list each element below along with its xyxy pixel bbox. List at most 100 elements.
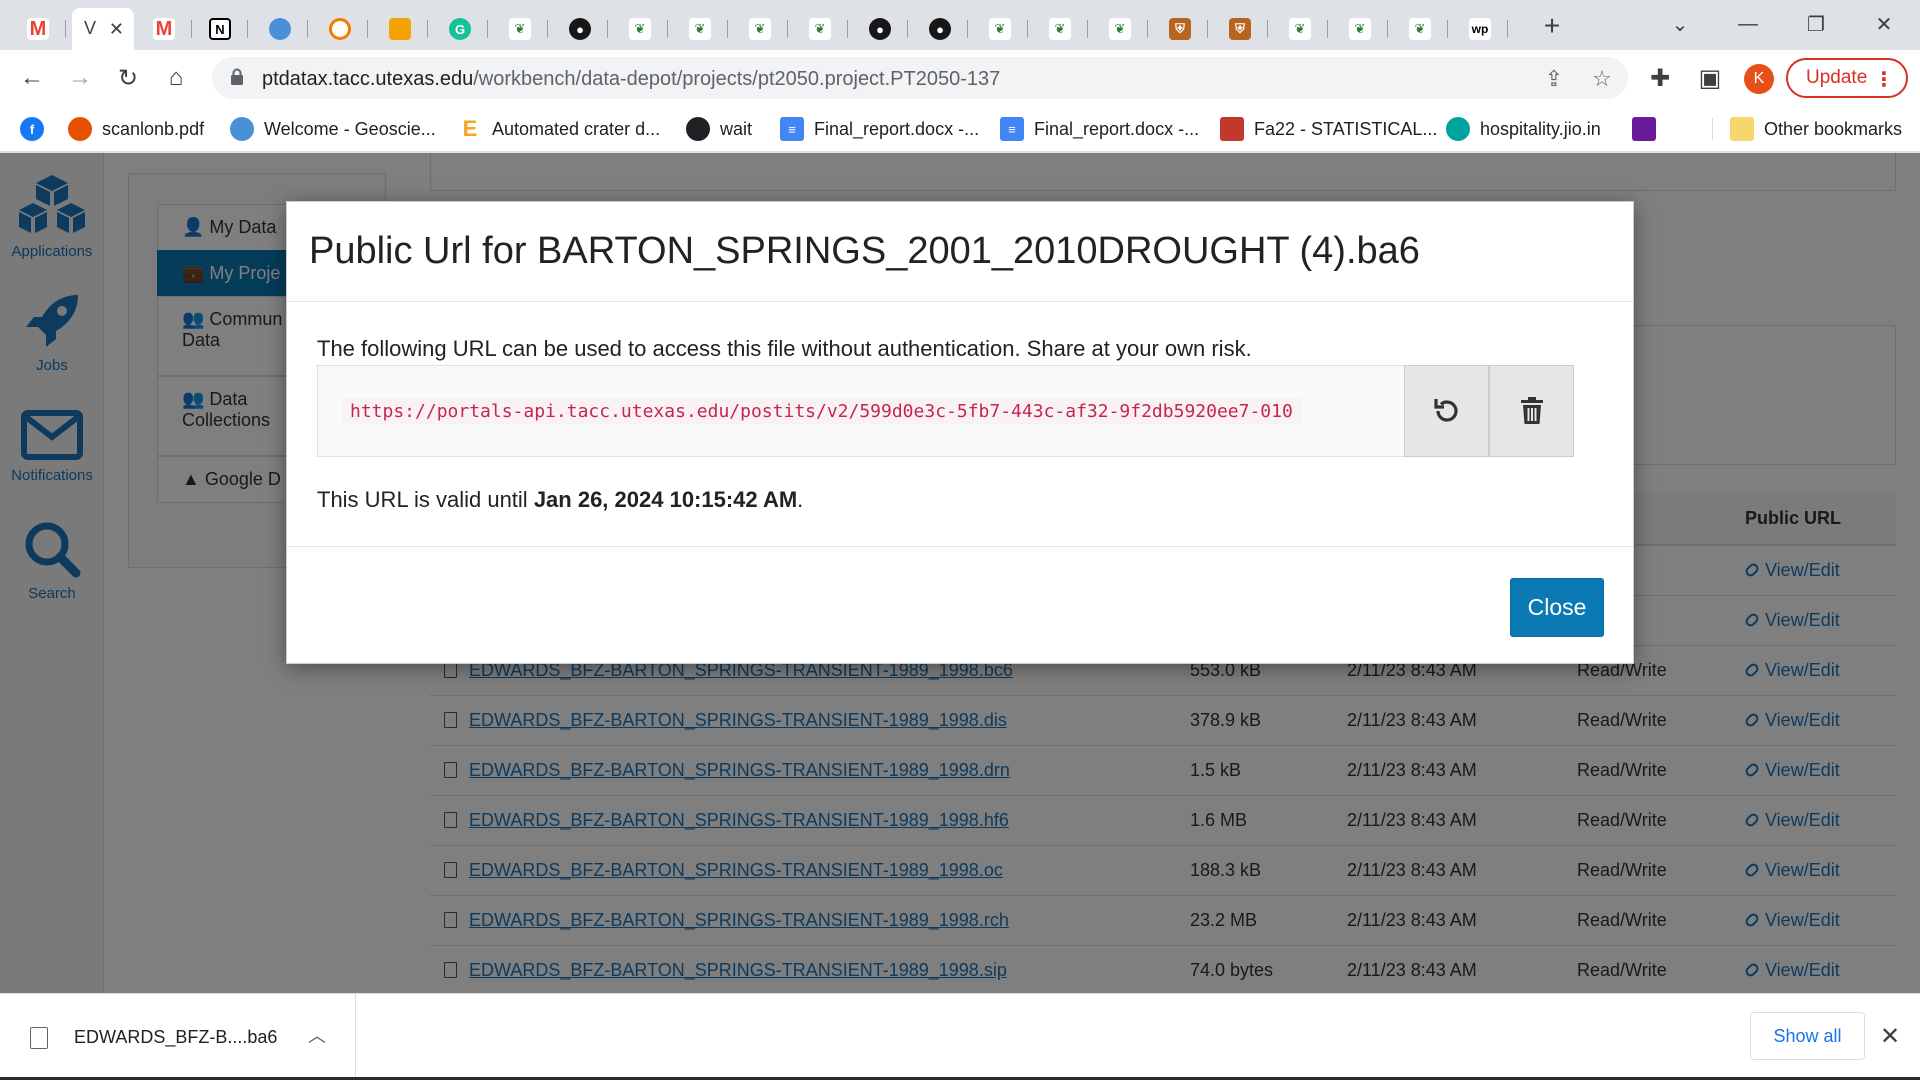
tab-shield-1[interactable]: ⛨ [1152,8,1208,50]
tab-active[interactable]: V ✕ [72,8,134,50]
trash-icon [1520,397,1543,424]
bookmark-scanlonb[interactable]: scanlonb.pdf [68,115,204,143]
close-shelf-icon[interactable]: ✕ [1880,1022,1900,1051]
tab-tacc-8[interactable]: ❦ [1092,8,1148,50]
bookmark-label: Other bookmarks [1764,118,1903,139]
share-icon[interactable]: ⇪ [1540,65,1568,93]
leaf-icon: ❦ [689,18,711,40]
bookmark-final-report-1[interactable]: ≡ Final_report.docx -... [780,115,979,143]
globe-icon [1446,117,1470,141]
tab-tacc-4[interactable]: ❦ [732,8,788,50]
url-expiration-text: This URL is valid until Jan 26, 2024 10:… [317,487,804,512]
file-icon [30,1027,48,1049]
tab-search-icon[interactable]: ⌄ [1660,8,1700,40]
bookmark-chart[interactable] [1632,115,1666,143]
modal-header: Public Url for BARTON_SPRINGS_2001_2010D… [287,202,1633,302]
back-icon[interactable]: ← [14,60,50,96]
tab-tacc-9[interactable]: ❦ [1272,8,1328,50]
tab-tacc-10[interactable]: ❦ [1332,8,1388,50]
cloud-icon [269,18,291,40]
url-expiration-date: Jan 26, 2024 10:15:42 AM [533,487,798,512]
public-url-modal: Public Url for BARTON_SPRINGS_2001_2010D… [286,201,1634,664]
circle-icon [329,18,351,40]
leaf-icon: ❦ [1109,18,1131,40]
public-url-field[interactable]: https://portals-api.tacc.utexas.edu/post… [317,365,1405,457]
tab-notion[interactable]: N [192,8,248,50]
wp-icon: wp [1469,18,1491,40]
bookmark-label: Fa22 - STATISTICAL... [1254,118,1438,139]
bookmark-other[interactable]: Other bookmarks [1730,115,1902,143]
bookmark-facebook[interactable]: f [20,115,54,143]
tab-tacc-11[interactable]: ❦ [1392,8,1448,50]
restore-icon[interactable]: ❐ [1796,8,1836,40]
tab-orange[interactable] [312,8,368,50]
tab-tacc-5[interactable]: ❦ [792,8,848,50]
bookmarks-bar: f scanlonb.pdf Welcome - Geoscie... E Aut… [0,106,1920,152]
show-all-button[interactable]: Show all [1750,1012,1865,1060]
github-icon: ● [869,18,891,40]
bookmark-final-report-2[interactable]: ≡ Final_report.docx -... [1000,115,1199,143]
tab-github-3[interactable]: ● [912,8,968,50]
tab-github-2[interactable]: ● [852,8,908,50]
download-item[interactable]: EDWARDS_BFZ-B....ba6 ︿ [0,994,356,1080]
minimize-icon[interactable]: — [1728,8,1768,40]
leaf-icon: ❦ [1049,18,1071,40]
grammarly-icon: G [449,18,471,40]
bookmark-statistical[interactable]: Fa22 - STATISTICAL... [1220,115,1437,143]
tab-gmail-2[interactable]: M [136,8,192,50]
modal-description: The following URL can be used to access … [317,336,1252,361]
bookmark-welcome[interactable]: Welcome - Geoscie... [230,115,436,143]
leaf-icon: ❦ [629,18,651,40]
tab-active-title: V [84,18,97,38]
browser-toolbar: ← → ↻ ⌂ ptdatax.tacc.utexas.edu/workbenc… [0,50,1920,106]
close-window-icon[interactable]: ✕ [1864,8,1904,40]
tab-github-1[interactable]: ● [552,8,608,50]
tab-tacc-2[interactable]: ❦ [612,8,668,50]
tab-gmail[interactable]: M [10,8,66,50]
reload-icon[interactable]: ↻ [110,60,146,96]
delete-url-button[interactable] [1489,365,1574,457]
bookmark-label: wait [720,118,753,139]
bookmark-hospitality[interactable]: hospitality.jio.in [1446,115,1601,143]
chevron-up-icon[interactable]: ︿ [308,1022,326,1048]
refresh-url-button[interactable] [1404,365,1489,457]
tab-shield-2[interactable]: ⛨ [1212,8,1268,50]
tab-wp[interactable]: wp [1452,8,1508,50]
bookmark-crater[interactable]: E Automated crater d... [458,115,660,143]
download-filename: EDWARDS_BFZ-B....ba6 [74,1027,278,1047]
public-url-value[interactable]: https://portals-api.tacc.utexas.edu/post… [342,398,1301,425]
leaf-icon: ❦ [1289,18,1311,40]
close-button[interactable]: Close [1510,578,1604,637]
gmail-icon: M [153,18,175,40]
tab-cloud[interactable] [252,8,308,50]
close-tab-icon[interactable]: ✕ [109,19,124,40]
tab-slides[interactable] [372,8,428,50]
tab-tacc-7[interactable]: ❦ [1032,8,1088,50]
tab-tacc-6[interactable]: ❦ [972,8,1028,50]
new-tab-button[interactable]: + [1536,10,1568,42]
address-bar[interactable]: ptdatax.tacc.utexas.edu/workbench/data-d… [212,57,1628,99]
tab-grammarly[interactable]: G [432,8,488,50]
folder-icon [1730,117,1754,141]
update-button[interactable]: Update ⋮ [1786,58,1908,98]
side-panel-icon[interactable]: ▣ [1692,60,1728,96]
facebook-icon: f [20,117,44,141]
star-icon[interactable]: ☆ [1588,65,1616,93]
e-icon: E [458,116,482,141]
shield-icon: ⛨ [1169,18,1191,40]
wait-icon [686,117,710,141]
docs-icon: ≡ [780,117,804,141]
bookmark-divider [1712,118,1713,140]
extensions-icon[interactable]: ✚ [1642,60,1678,96]
tab-tacc-3[interactable]: ❦ [672,8,728,50]
profile-avatar[interactable]: K [1744,64,1774,94]
modal-body: The following URL can be used to access … [287,302,1633,546]
bookmark-label: Automated crater d... [492,118,661,139]
bookmark-label: Final_report.docx -... [1034,118,1200,139]
bookmark-wait[interactable]: wait [686,115,752,143]
forward-icon[interactable]: → [62,60,98,96]
home-icon[interactable]: ⌂ [158,60,194,96]
tab-tacc-1[interactable]: ❦ [492,8,548,50]
github-icon: ● [929,18,951,40]
modal-title: Public Url for BARTON_SPRINGS_2001_2010D… [309,230,1420,272]
